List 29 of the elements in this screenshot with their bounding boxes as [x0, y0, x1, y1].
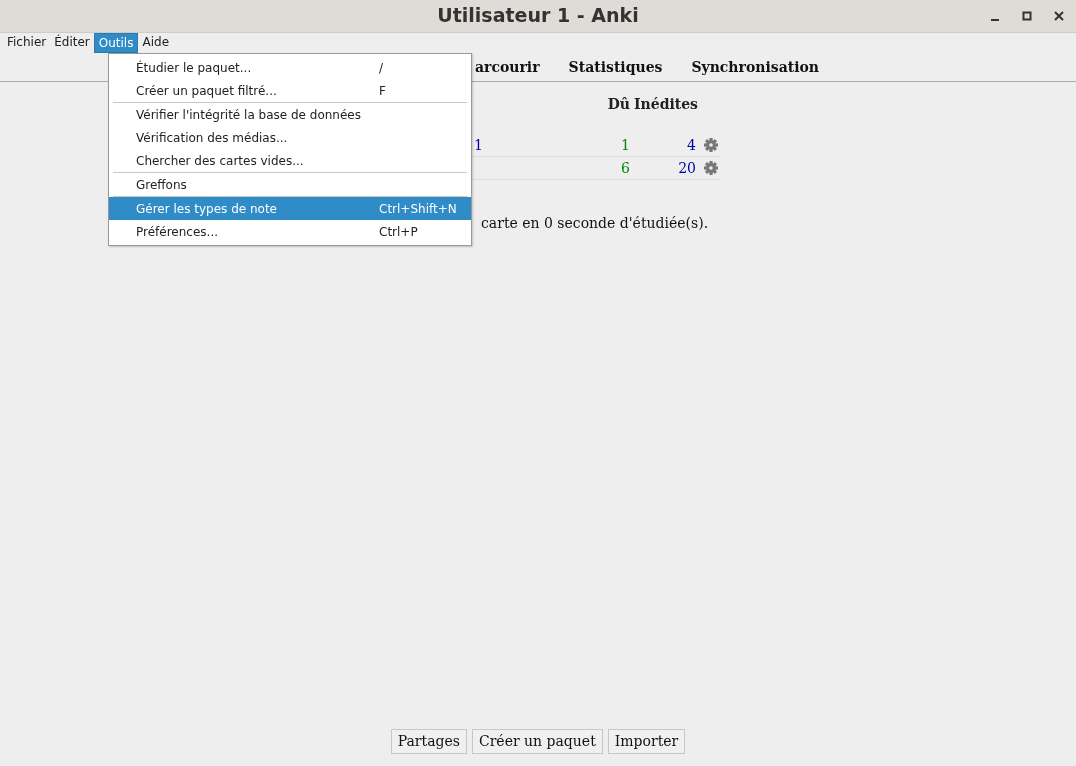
new-count: 20 [678, 159, 696, 176]
menu-item[interactable]: Greffons [109, 173, 471, 196]
menu-item[interactable]: Éditer [50, 33, 94, 53]
column-header: Dû [606, 95, 630, 114]
column-header: Inédites [634, 95, 698, 114]
toolbar-link[interactable]: arcourir [475, 56, 540, 78]
due-count: 1 [621, 136, 630, 153]
deck-link[interactable]: 1 [474, 136, 483, 153]
menu-item[interactable]: Vérification des médias... [109, 126, 471, 149]
menu-item[interactable]: Outils [93, 33, 139, 53]
bottom-button[interactable]: Importer [607, 729, 686, 754]
study-summary: carte en 0 seconde d'étudiée(s). [481, 214, 710, 233]
menu-item[interactable]: Aide [138, 33, 173, 53]
menu-item[interactable]: Vérifier l'intégrité la base de données [109, 103, 471, 126]
bottom-button[interactable]: Créer un paquet [471, 729, 603, 754]
due-count: 6 [621, 159, 630, 176]
menu-item[interactable]: Fichier [3, 33, 51, 53]
menu-item[interactable]: Préférences... Ctrl+P [109, 220, 471, 243]
menu-item[interactable]: Créer un paquet filtré... F [109, 79, 471, 102]
menu-item[interactable]: Gérer les types de note Ctrl+Shift+N [109, 197, 471, 220]
bottom-button[interactable]: Partages [390, 729, 467, 754]
gear-icon[interactable] [704, 138, 718, 152]
menu-item[interactable]: Étudier le paquet... / [109, 56, 471, 79]
toolbar-link[interactable]: Statistiques [568, 56, 663, 78]
toolbar-link[interactable]: Synchronisation [691, 56, 819, 78]
new-count: 4 [687, 136, 696, 153]
window-title: Utilisateur 1 - Anki [437, 4, 639, 26]
gear-icon[interactable] [704, 161, 718, 175]
menu-item[interactable]: Chercher des cartes vides... [109, 149, 471, 172]
